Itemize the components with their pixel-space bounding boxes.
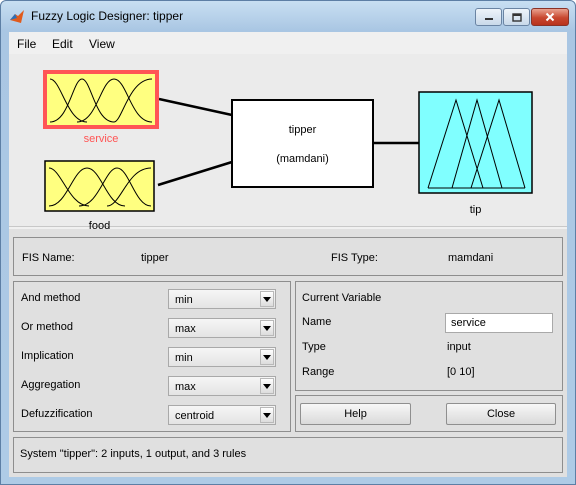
chevron-down-icon[interactable] [260,291,274,307]
fis-info-panel: FIS Name: tipper FIS Type: mamdani [13,237,563,276]
menu-view[interactable]: View [89,37,115,51]
chevron-down-icon[interactable] [260,407,274,423]
chevron-down-icon[interactable] [260,349,274,365]
variable-range-value: [0 10] [447,366,475,378]
close-window-button[interactable] [531,8,569,26]
chevron-down-icon[interactable] [260,378,274,394]
output-block-tip[interactable] [418,91,533,194]
input-block-food[interactable] [44,160,155,212]
minimize-button[interactable] [475,8,502,26]
connector-service-system [158,97,233,117]
status-panel: System "tipper": 2 inputs, 1 output, and… [13,437,563,473]
maximize-icon [511,12,522,22]
connector-food-system [157,160,233,187]
variable-type-label: Type [302,341,326,353]
input-block-service[interactable] [43,70,159,129]
and-method-label: And method [21,292,81,304]
implication-select[interactable]: min [168,347,276,367]
aggregation-label: Aggregation [21,379,81,391]
close-icon [545,12,555,22]
close-button[interactable]: Close [446,403,556,425]
system-block[interactable] [231,99,374,188]
fis-type-label: FIS Type: [331,252,378,264]
buttons-panel: Help Close [295,395,563,432]
title-bar[interactable]: Fuzzy Logic Designer: tipper [1,1,575,31]
output-label-tip: tip [469,204,482,216]
aggregation-value: max [175,381,196,393]
defuzzification-label: Defuzzification [21,408,93,420]
variable-name-input[interactable] [445,313,553,333]
current-variable-panel: Current Variable Name Type input Range [… [295,281,563,391]
app-window: Fuzzy Logic Designer: tipper File Edit V… [0,0,576,485]
implication-value: min [175,352,193,364]
minimize-icon [484,18,493,20]
fis-diagram: service food tipper (mamdani) tip [9,54,567,232]
variable-name-label: Name [302,316,332,328]
current-variable-title: Current Variable [302,292,382,304]
methods-panel: And method min Or method max Implication… [13,281,291,432]
system-name: tipper [288,124,317,136]
properties-area: FIS Name: tipper FIS Type: mamdani And m… [9,229,567,477]
defuzzification-value: centroid [175,410,215,422]
input-label-service: service [83,133,119,145]
and-method-value: min [175,294,193,306]
fis-type-value: mamdani [448,252,494,264]
implication-label: Implication [21,350,74,362]
or-method-value: max [175,323,196,335]
menu-file[interactable]: File [17,37,36,51]
maximize-button[interactable] [503,8,530,26]
aggregation-select[interactable]: max [168,376,276,396]
help-button[interactable]: Help [300,403,411,425]
and-method-select[interactable]: min [168,289,276,309]
variable-type-value: input [447,341,471,353]
variable-range-label: Range [302,366,335,378]
status-text: System "tipper": 2 inputs, 1 output, and… [20,448,247,460]
window-title: Fuzzy Logic Designer: tipper [31,9,184,23]
fis-name-label: FIS Name: [22,252,75,264]
client-area: service food tipper (mamdani) tip FIS Na… [9,54,567,477]
menu-bar: File Edit View [9,32,567,54]
or-method-label: Or method [21,321,73,333]
or-method-select[interactable]: max [168,318,276,338]
chevron-down-icon[interactable] [260,320,274,336]
matlab-icon [10,10,24,23]
system-type: (mamdani) [276,153,329,165]
fis-name-value: tipper [141,252,169,264]
defuzzification-select[interactable]: centroid [168,405,276,425]
menu-edit[interactable]: Edit [52,37,73,51]
